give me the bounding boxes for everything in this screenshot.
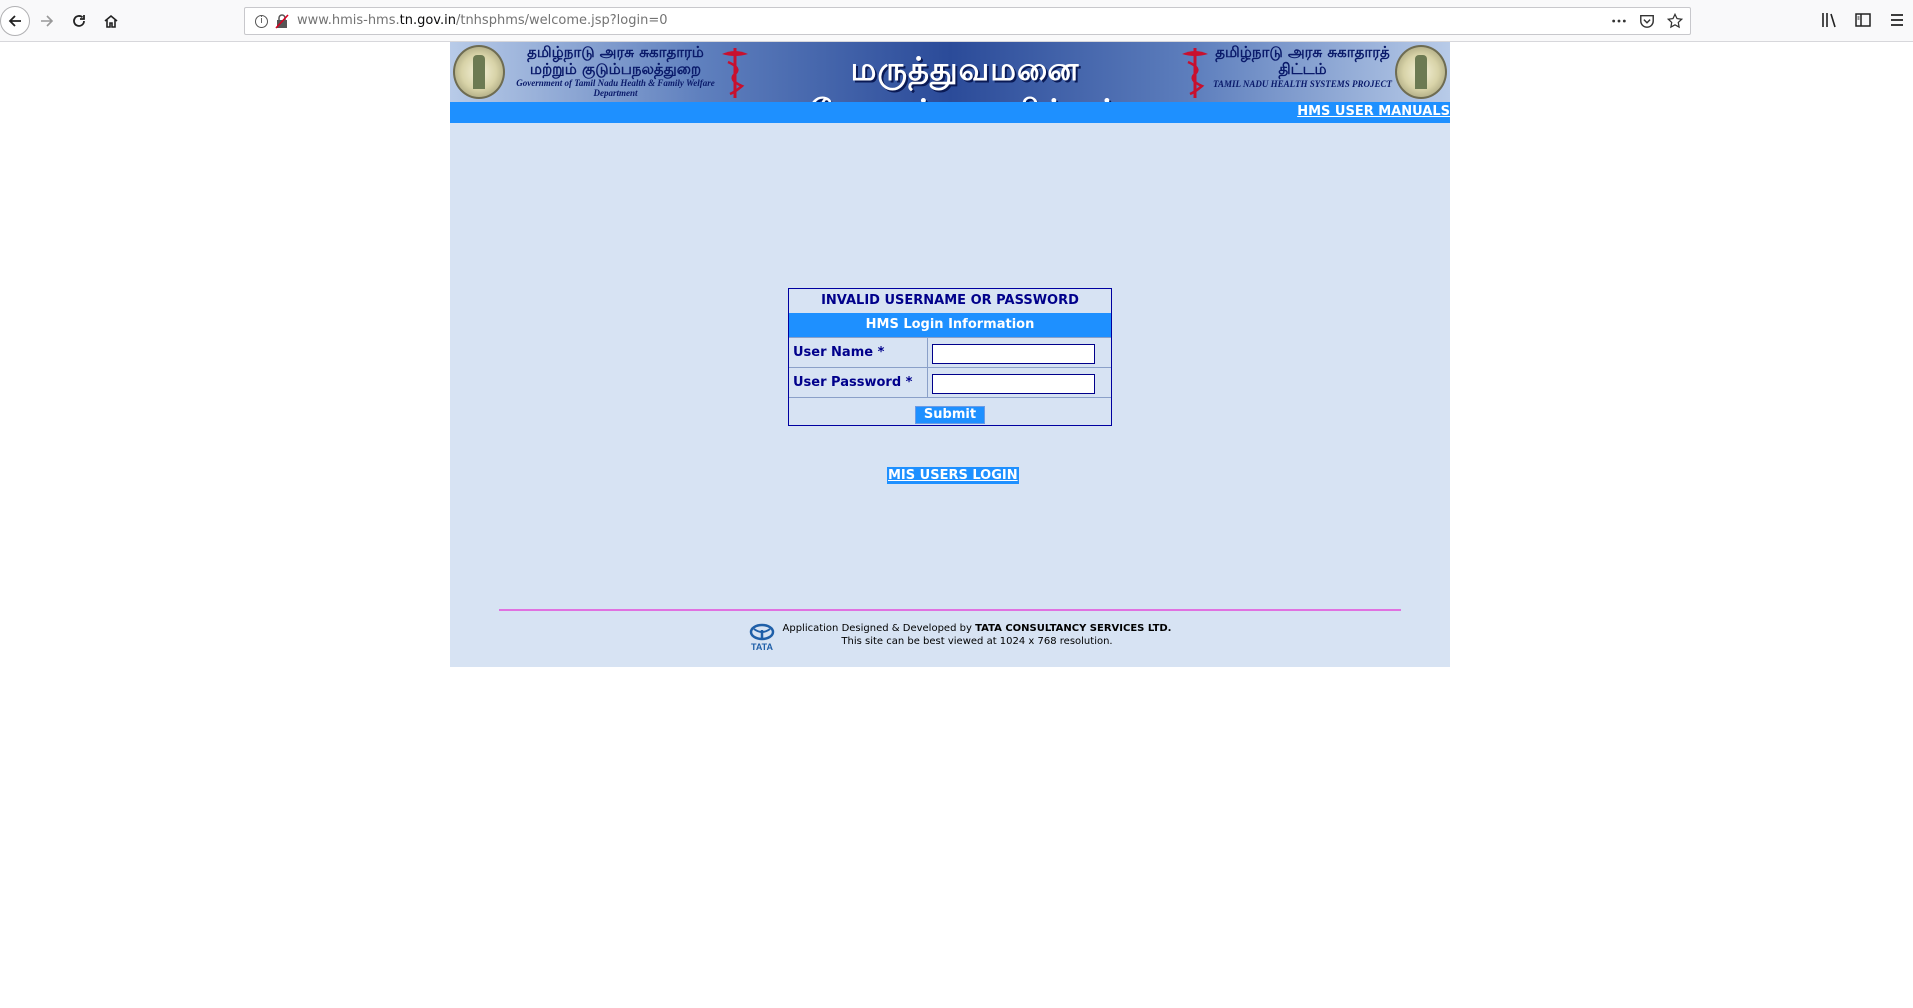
footer-divider bbox=[499, 609, 1401, 611]
bookmark-star-icon[interactable] bbox=[1666, 12, 1684, 30]
back-button[interactable] bbox=[0, 6, 30, 36]
project-name: தமிழ்நாடு அரசு சுகாதாரத் திட்டம் TAMIL N… bbox=[1210, 44, 1395, 90]
reload-button[interactable] bbox=[64, 6, 94, 36]
home-icon bbox=[104, 14, 118, 28]
tamil-nadu-emblem-icon bbox=[453, 45, 505, 99]
browser-toolbar: i www.hmis-hms.tn.gov.in/tnhsphms/welcom… bbox=[0, 0, 1913, 42]
library-icon[interactable] bbox=[1819, 10, 1839, 30]
tata-logo-icon: TATA bbox=[749, 623, 775, 652]
login-form: INVALID USERNAME OR PASSWORD HMS Login I… bbox=[788, 288, 1112, 426]
password-input[interactable] bbox=[932, 374, 1095, 394]
footer-credits: Application Designed & Developed by TATA… bbox=[777, 622, 1177, 648]
tata-logo-text: TATA bbox=[751, 642, 773, 652]
mis-users-login-link[interactable]: MIS USERS LOGIN bbox=[887, 467, 1019, 484]
footer-credit-line: Application Designed & Developed by TATA… bbox=[777, 622, 1177, 635]
manuals-bar: HMS USER MANUALS bbox=[450, 102, 1450, 123]
footer-company-name: TATA CONSULTANCY SERVICES LTD. bbox=[975, 623, 1172, 634]
home-button[interactable] bbox=[96, 6, 126, 36]
url-text[interactable]: www.hmis-hms.tn.gov.in/tnhsphms/welcome.… bbox=[297, 13, 668, 28]
department-tamil-text: தமிழ்நாடு அரசு சுகாதாரம் மற்றும் குடும்ப… bbox=[527, 43, 704, 78]
reload-icon bbox=[73, 15, 85, 27]
caduceus-icon bbox=[722, 48, 748, 98]
footer-resolution-note: This site can be best viewed at 1024 x 7… bbox=[841, 636, 1113, 647]
forward-button[interactable] bbox=[32, 6, 62, 36]
username-label: User Name * bbox=[789, 338, 928, 367]
password-row: User Password * bbox=[789, 367, 1111, 397]
address-bar[interactable]: i www.hmis-hms.tn.gov.in/tnhsphms/welcom… bbox=[244, 7, 1691, 35]
username-row: User Name * bbox=[789, 337, 1111, 367]
footer-designed-by: Application Designed & Developed by bbox=[782, 623, 972, 634]
password-label: User Password * bbox=[789, 368, 928, 397]
header-banner: தமிழ்நாடு அரசு சுகாதாரம் மற்றும் குடும்ப… bbox=[450, 42, 1450, 102]
sidebar-icon[interactable] bbox=[1853, 10, 1873, 30]
login-error-message: INVALID USERNAME OR PASSWORD bbox=[821, 293, 1079, 308]
tamil-nadu-emblem-icon bbox=[1395, 45, 1447, 99]
submit-button[interactable]: Submit bbox=[914, 406, 986, 424]
submit-row: Submit bbox=[789, 397, 1111, 425]
info-icon[interactable]: i bbox=[255, 15, 268, 28]
project-tamil-text: தமிழ்நாடு அரசு சுகாதாரத் திட்டம் bbox=[1215, 43, 1390, 78]
page-actions-icon[interactable] bbox=[1610, 12, 1628, 30]
insecure-lock-icon[interactable] bbox=[275, 14, 289, 29]
department-english-text: Government of Tamil Nadu Health & Family… bbox=[516, 78, 715, 98]
project-english-text: TAMIL NADU HEALTH SYSTEMS PROJECT bbox=[1212, 79, 1393, 89]
forward-arrow-icon bbox=[41, 15, 54, 27]
caduceus-icon bbox=[1182, 48, 1208, 98]
back-arrow-icon bbox=[8, 15, 21, 27]
username-input[interactable] bbox=[932, 344, 1095, 364]
login-form-header: HMS Login Information bbox=[789, 313, 1111, 337]
page-container: தமிழ்நாடு அரசு சுகாதாரம் மற்றும் குடும்ப… bbox=[450, 42, 1450, 667]
pocket-icon[interactable] bbox=[1638, 12, 1656, 30]
department-name: தமிழ்நாடு அரசு சுகாதாரம் மற்றும் குடும்ப… bbox=[508, 43, 723, 99]
hms-user-manuals-link[interactable]: HMS USER MANUALS bbox=[1297, 104, 1450, 119]
hospital-management-title: மருத்துவமனை மேலாண்மை திட்டம் bbox=[809, 50, 1120, 102]
menu-icon[interactable] bbox=[1887, 10, 1907, 30]
